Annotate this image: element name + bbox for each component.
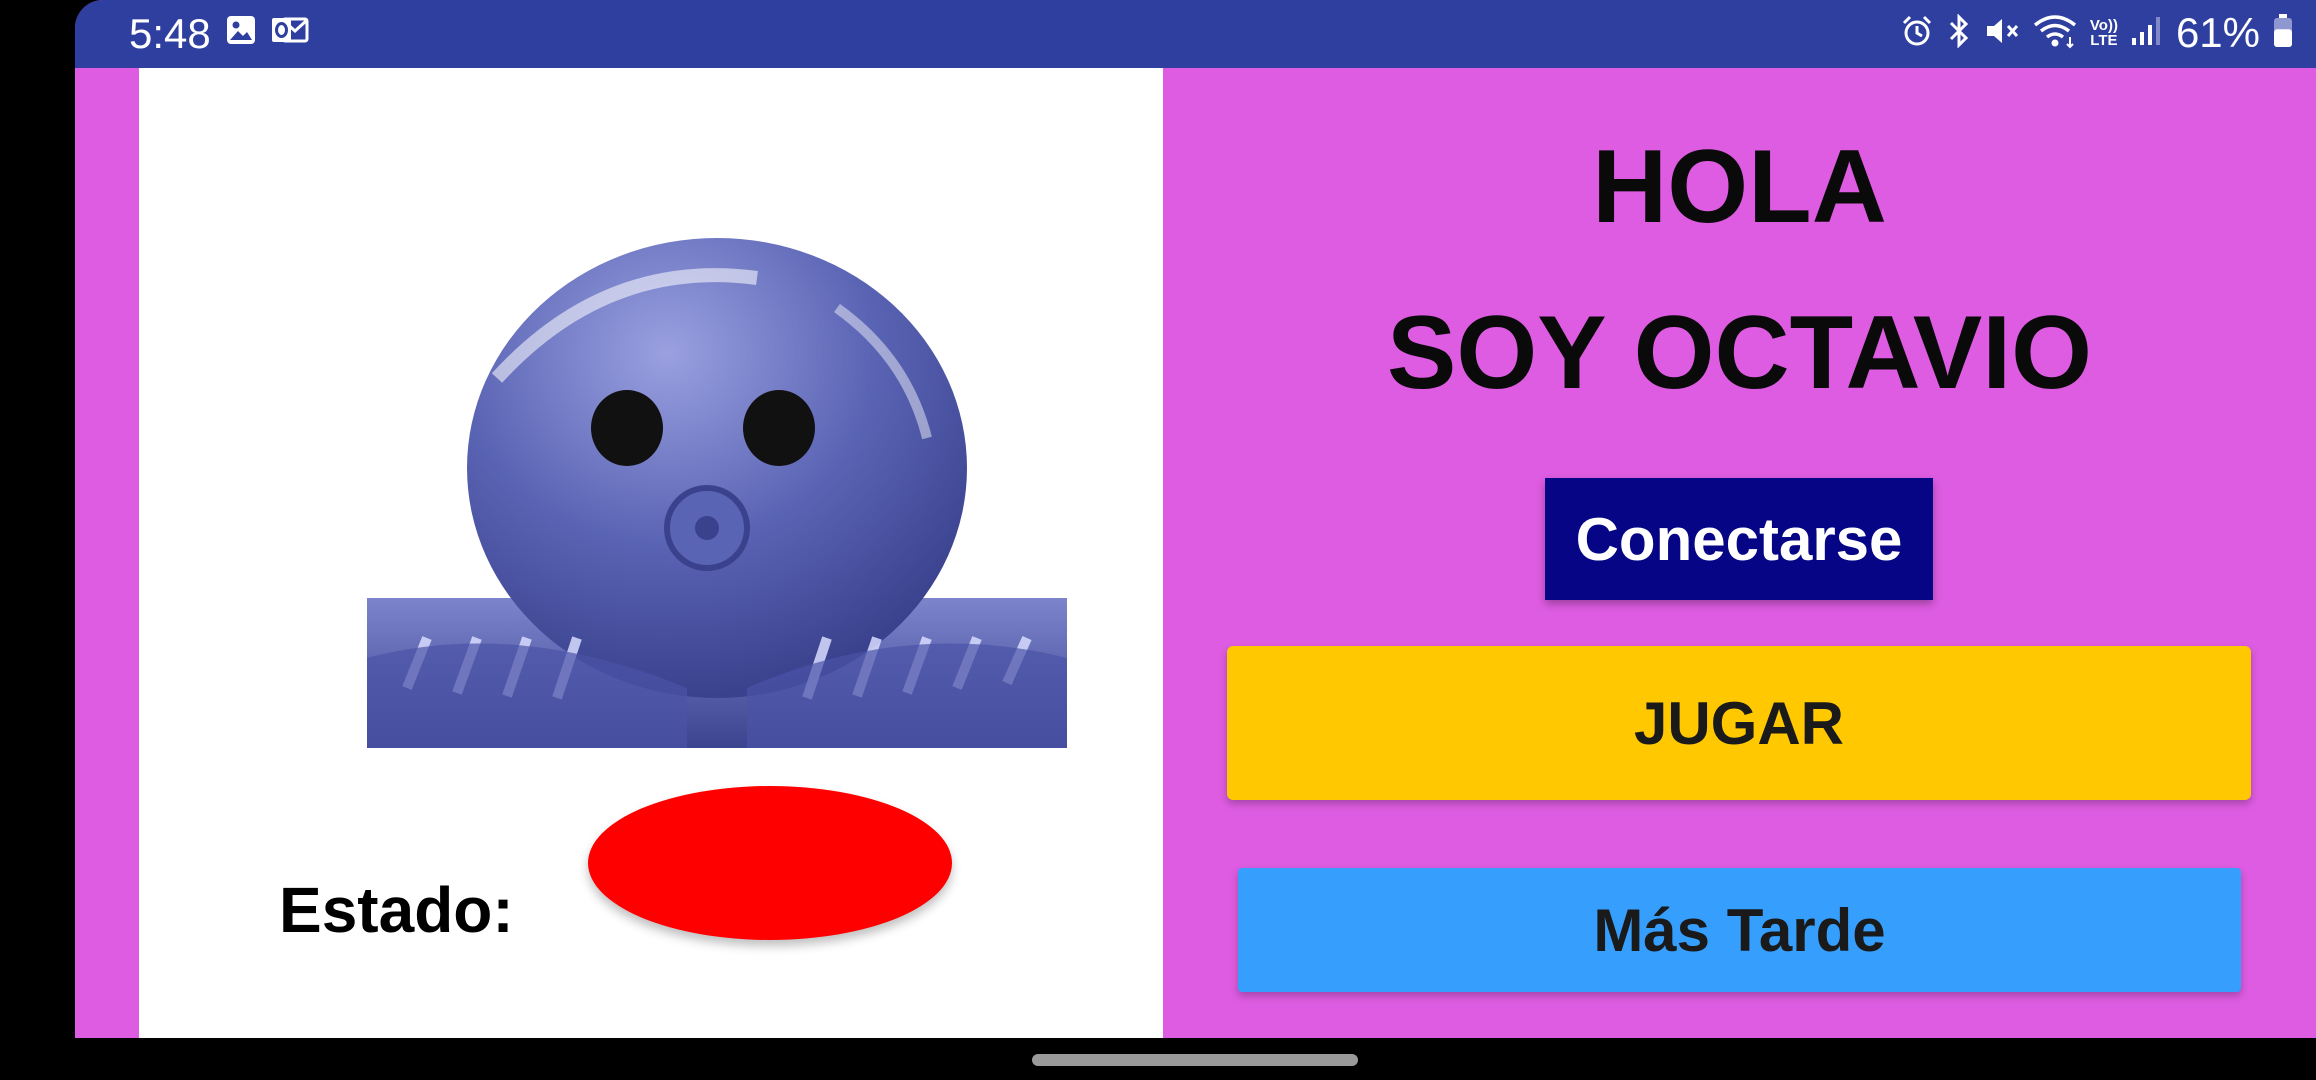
later-button[interactable]: Más Tarde bbox=[1238, 868, 2241, 992]
volte-icon: Vo)) LTE bbox=[2089, 17, 2118, 49]
mute-icon bbox=[1984, 14, 2020, 53]
home-indicator[interactable] bbox=[1032, 1054, 1358, 1066]
greeting-subtitle: SOY OCTAVIO bbox=[1387, 295, 2092, 411]
wifi-icon bbox=[2032, 13, 2078, 54]
battery-icon bbox=[2272, 13, 2294, 54]
connection-status-indicator bbox=[588, 786, 952, 940]
battery-percent: 61% bbox=[2175, 9, 2260, 56]
greeting-title: HOLA bbox=[1592, 129, 1887, 245]
alarm-icon bbox=[1900, 14, 1934, 53]
status-label: Estado: bbox=[279, 874, 514, 946]
status-bar: 5:48 Vo)) LTE 61% bbox=[75, 0, 2316, 68]
octopus-robot-icon bbox=[367, 238, 1067, 748]
outlook-icon bbox=[271, 14, 309, 51]
connect-button[interactable]: Conectarse bbox=[1545, 478, 1933, 600]
bluetooth-icon bbox=[1946, 12, 1972, 53]
play-button[interactable]: JUGAR bbox=[1227, 646, 2251, 800]
status-time: 5:48 bbox=[129, 10, 211, 57]
app-screen: 5:48 Vo)) LTE 61% Estado: HOLA SOY OCTAV… bbox=[75, 0, 2316, 1038]
controls-panel: HOLA SOY OCTAVIO Conectarse JUGAR Más Ta… bbox=[1163, 68, 2316, 1038]
image-icon bbox=[225, 14, 257, 51]
signal-icon bbox=[2130, 14, 2164, 53]
